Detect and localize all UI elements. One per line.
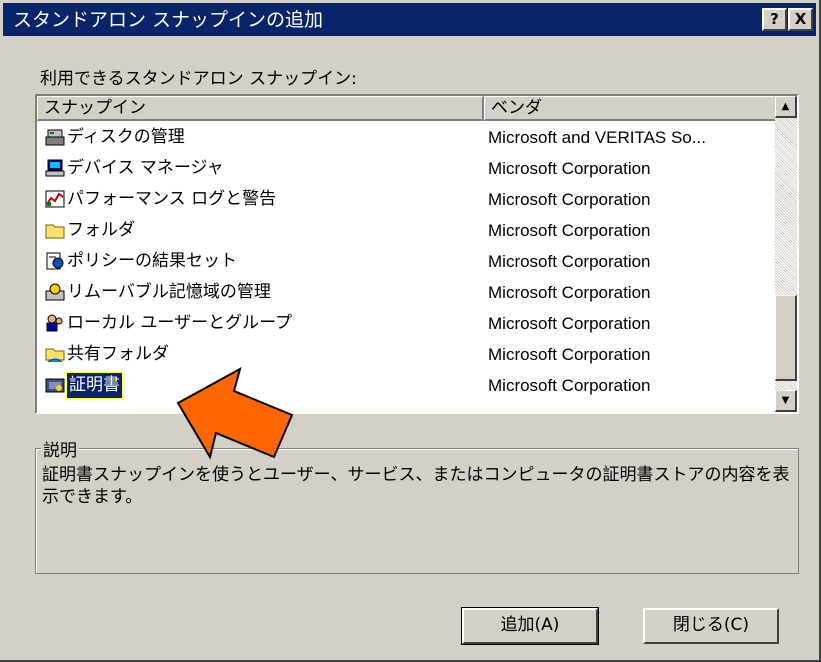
snapin-list[interactable]: スナップイン ベンダ ディスクの管理 Microsoft and VERITAS… (35, 94, 799, 414)
triangle-up-icon: ▲ (781, 101, 790, 112)
list-item-resultant-set-of-policy[interactable]: ポリシーの結果セット Microsoft Corporation (37, 246, 777, 277)
add-standalone-snapin-dialog: スタンドアロン スナップインの追加 ? X 利用できるスタンドアロン スナップイ… (0, 0, 821, 662)
triangle-down-icon: ▼ (781, 395, 790, 406)
scroll-up-button[interactable]: ▲ (775, 96, 797, 118)
disk-icon (45, 129, 65, 146)
users-icon (46, 314, 63, 332)
description-text: 証明書スナップインを使うとユーザー、サービス、またはコンピュータの証明書ストアの… (42, 465, 790, 507)
list-item-local-users-groups[interactable]: ローカル ユーザーとグループ Microsoft Corporation (37, 308, 777, 339)
list-item-removable-storage[interactable]: リムーバブル記憶域の管理 Microsoft Corporation (37, 277, 777, 308)
certificate-icon (45, 378, 65, 393)
shared-folder-icon (45, 348, 65, 363)
title-bar[interactable]: スタンドアロン スナップインの追加 ? X (3, 3, 816, 36)
list-item-disk-management[interactable]: ディスクの管理 Microsoft and VERITAS So... (37, 122, 777, 153)
folder-icon (45, 224, 65, 239)
help-button[interactable]: ? (762, 8, 787, 31)
available-snapins-label: 利用できるスタンドアロン スナップイン: (40, 69, 357, 89)
list-item-folder[interactable]: フォルダ Microsoft Corporation (37, 215, 777, 246)
removable-storage-icon (45, 283, 65, 301)
close-button[interactable]: 閉じる(C) (643, 608, 779, 644)
description-title: 説明 (41, 436, 79, 461)
list-item-device-manager[interactable]: デバイス マネージャ Microsoft Corporation (37, 153, 777, 184)
window-title: スタンドアロン スナップインの追加 (13, 9, 324, 31)
scroll-down-button[interactable]: ▼ (775, 390, 797, 412)
column-header-snapin[interactable]: スナップイン (37, 96, 484, 121)
vertical-scrollbar[interactable]: ▲ ▼ (775, 96, 797, 412)
performance-icon (45, 190, 65, 208)
list-item-shared-folders[interactable]: 共有フォルダ Microsoft Corporation (37, 339, 777, 370)
close-window-button[interactable]: X (788, 8, 813, 31)
scroll-thumb[interactable] (775, 295, 797, 381)
pointer-arrow-icon (176, 366, 294, 460)
column-header-vendor[interactable]: ベンダ (484, 96, 777, 121)
list-item-performance-logs[interactable]: パフォーマンス ログと警告 Microsoft Corporation (37, 184, 777, 215)
policy-icon (46, 252, 64, 270)
list-item-certificates[interactable]: 証明書 Microsoft Corporation (37, 370, 777, 401)
computer-icon (45, 159, 65, 177)
add-button[interactable]: 追加(A) (461, 607, 599, 645)
